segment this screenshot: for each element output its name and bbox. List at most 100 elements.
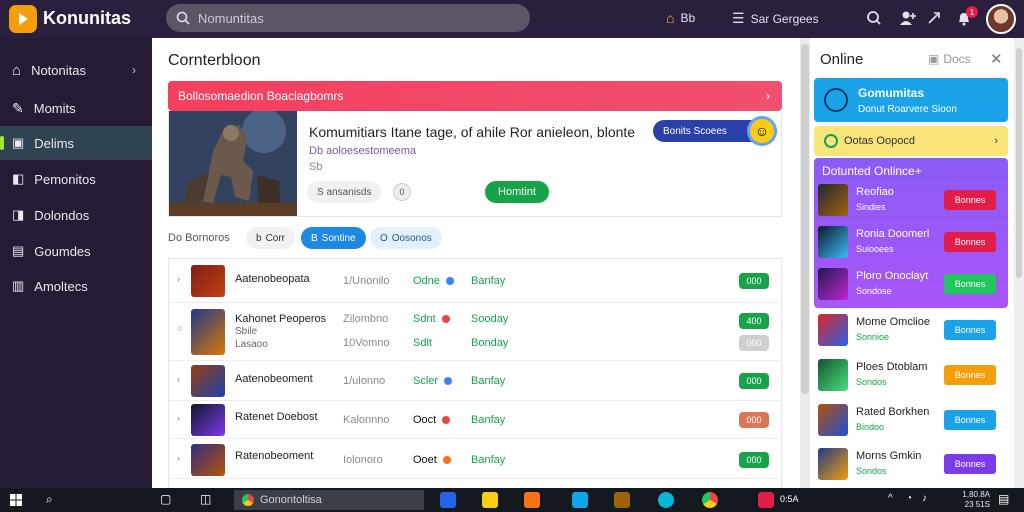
row-stat-badge[interactable]: 000 xyxy=(739,373,769,389)
row-stat-badge[interactable]: 000 xyxy=(739,452,769,468)
alert-banner[interactable]: Bollosomaedion Boaclagbomrs › xyxy=(168,81,782,111)
search-top-icon[interactable] xyxy=(864,8,884,28)
item-action-button[interactable]: Bonnes xyxy=(944,274,996,294)
row-status: Odne xyxy=(413,275,454,287)
chrome-icon[interactable] xyxy=(702,492,718,508)
feature-count-badge[interactable]: 0 xyxy=(393,183,411,201)
row-status-label: Odne xyxy=(413,275,440,287)
notification-center-icon[interactable]: ▤ xyxy=(998,492,1009,506)
search-input[interactable] xyxy=(198,10,498,26)
store-icon[interactable] xyxy=(440,492,456,508)
app-icon[interactable] xyxy=(524,492,540,508)
item-sub: Sondose xyxy=(856,286,892,296)
search-bar[interactable] xyxy=(166,4,530,32)
item-action-button[interactable]: Bonnes xyxy=(944,410,996,430)
filter-chip-oosonos[interactable]: O Oosonos xyxy=(370,227,442,249)
table-row[interactable]: › Aatenobeoment 1/ulonno Scler Banfay 00… xyxy=(169,361,781,401)
community-card[interactable]: Gomumitas Donut Roarvere Sioon xyxy=(814,78,1008,122)
table-row[interactable]: › Ratenet Doebost Kalonnno Ooct Banfay 0… xyxy=(169,401,781,439)
row-stat-badge[interactable]: 000 xyxy=(739,273,769,289)
item-action-button[interactable]: Bonnes xyxy=(944,320,996,340)
expand-icon[interactable] xyxy=(924,8,944,28)
sidebar-item-goumdes[interactable]: ▤ Goumdes xyxy=(0,234,152,268)
photos-icon[interactable] xyxy=(572,492,588,508)
sidebar-item-notonitas[interactable]: ⌂ Notonitas › xyxy=(0,53,152,87)
notification-bell[interactable]: 1 xyxy=(954,6,978,28)
feature-action-button[interactable]: Homtint xyxy=(485,181,549,203)
close-icon[interactable]: ✕ xyxy=(990,50,1003,68)
chevron-up-icon[interactable]: ^ xyxy=(888,493,893,504)
bag-icon: ◨ xyxy=(12,207,25,222)
table-row[interactable]: › Aatenobeopata 1/Unonilo Odne Banfay 00… xyxy=(169,259,781,303)
taskbar-clock[interactable]: 1,80.8A 23 51S xyxy=(950,490,990,510)
folder-icon[interactable] xyxy=(482,492,498,508)
quick-link-card[interactable]: Ootas Oopocd › xyxy=(814,126,1008,156)
table-row[interactable]: › Ratenobeoment Iolonoro Ooet Banfay 000 xyxy=(169,439,781,479)
taskbar-browser-tab[interactable]: Gonontoltisa xyxy=(234,490,424,510)
table-row[interactable]: ○ Kahonet Peoperos Sbile Lasaoo Zilombno… xyxy=(169,303,781,361)
smiley-icon[interactable]: ☺ xyxy=(747,116,777,146)
search-icon xyxy=(176,11,190,25)
menu-link[interactable]: ☰ Sar Gergees xyxy=(732,10,819,27)
item-action-button[interactable]: Bonnes xyxy=(944,190,996,210)
online-list-item[interactable]: Ronia Doomerl Suiooees Bonnes xyxy=(814,220,1008,264)
edge-icon[interactable] xyxy=(658,492,674,508)
row-day: Sooday xyxy=(471,313,509,325)
sidebar-item-pemonitos[interactable]: ◧ Pemonitos xyxy=(0,162,152,196)
network-icon[interactable]: ◔ xyxy=(906,493,912,504)
row-thumbnail xyxy=(191,265,225,297)
item-sub: Bindoo xyxy=(856,422,885,432)
row-thumbnail xyxy=(191,309,225,355)
sidebar-item-dolondos[interactable]: ◨ Dolondos xyxy=(0,198,152,232)
sidebar-item-label: Momits xyxy=(33,100,76,116)
feature-meta: Sb xyxy=(309,161,323,173)
row-marker: › xyxy=(177,453,180,463)
online-list-item[interactable]: Mome Omclioe Sonnioe Bonnes xyxy=(814,308,1008,352)
filter-chip-sontine[interactable]: B Sontine xyxy=(301,227,366,249)
app-red-icon[interactable] xyxy=(758,492,774,508)
game-icon[interactable] xyxy=(614,492,630,508)
item-thumbnail xyxy=(818,226,848,258)
chat-icon xyxy=(824,88,848,112)
row-status: Ooet xyxy=(413,454,451,466)
bag-icon: ◧ xyxy=(12,171,25,186)
online-list-item[interactable]: Ploro Onoclayt Sondose Bonnes xyxy=(814,262,1008,306)
sidebar-item-amoltecs[interactable]: ▥ Amoltecs xyxy=(0,269,152,303)
item-thumbnail xyxy=(818,359,848,391)
item-action-button[interactable]: Bonnes xyxy=(944,454,996,474)
taskbar-search-icon[interactable]: ⌕ xyxy=(46,492,53,507)
online-list-item[interactable]: Rated Borkhen Bindoo Bonnes xyxy=(814,398,1008,442)
status-dot xyxy=(444,377,453,385)
row-stat-badge-secondary[interactable]: 000 xyxy=(739,335,769,351)
windows-start-icon[interactable] xyxy=(10,494,22,506)
volume-icon[interactable]: ♪ xyxy=(922,493,927,504)
chevron-right-icon: › xyxy=(766,89,770,103)
item-action-button[interactable]: Bonnes xyxy=(944,232,996,252)
item-action-button[interactable]: Bonnes xyxy=(944,365,996,385)
docs-link[interactable]: ▣ Docs xyxy=(928,52,971,66)
sidebar-item-label: Delims xyxy=(34,135,75,151)
row-stat-badge[interactable]: 000 xyxy=(739,412,769,428)
row-stat-badge[interactable]: 400 xyxy=(739,313,769,329)
main-scrollbar-thumb[interactable] xyxy=(801,44,809,394)
online-list-item[interactable]: Ploes Dtoblam Sondos Bonnes xyxy=(814,353,1008,397)
home-icon: ⌂ xyxy=(666,10,675,26)
sidebar-item-momits[interactable]: ✎ Momits xyxy=(0,91,152,125)
sidebar-item-delims[interactable]: ▣ Delims xyxy=(0,126,152,160)
app-logo[interactable] xyxy=(9,5,37,33)
clock-date: 23 51S xyxy=(964,500,990,509)
online-list-item[interactable]: Reofiao Sindies Bonnes xyxy=(814,178,1008,222)
user-avatar[interactable] xyxy=(986,4,1016,34)
panel-scrollbar-thumb[interactable] xyxy=(1016,48,1022,278)
add-user-icon[interactable] xyxy=(898,8,918,28)
online-list-item[interactable]: Morns Gmkin Sondos Bonnes xyxy=(814,442,1008,486)
home-link[interactable]: ⌂ Bb xyxy=(666,10,695,26)
widgets-icon[interactable]: ◫ xyxy=(200,492,211,506)
tray-label: 0:5A xyxy=(780,494,799,504)
filter-label: Do Bornoros xyxy=(168,232,230,244)
row-status: Scler xyxy=(413,375,453,387)
feature-tag-pill[interactable]: S ansanisds xyxy=(307,181,382,203)
task-view-icon[interactable]: ▢ xyxy=(160,492,171,506)
row-date: Iolonoro xyxy=(343,454,383,466)
filter-chip-corr[interactable]: b Corr xyxy=(246,227,296,249)
